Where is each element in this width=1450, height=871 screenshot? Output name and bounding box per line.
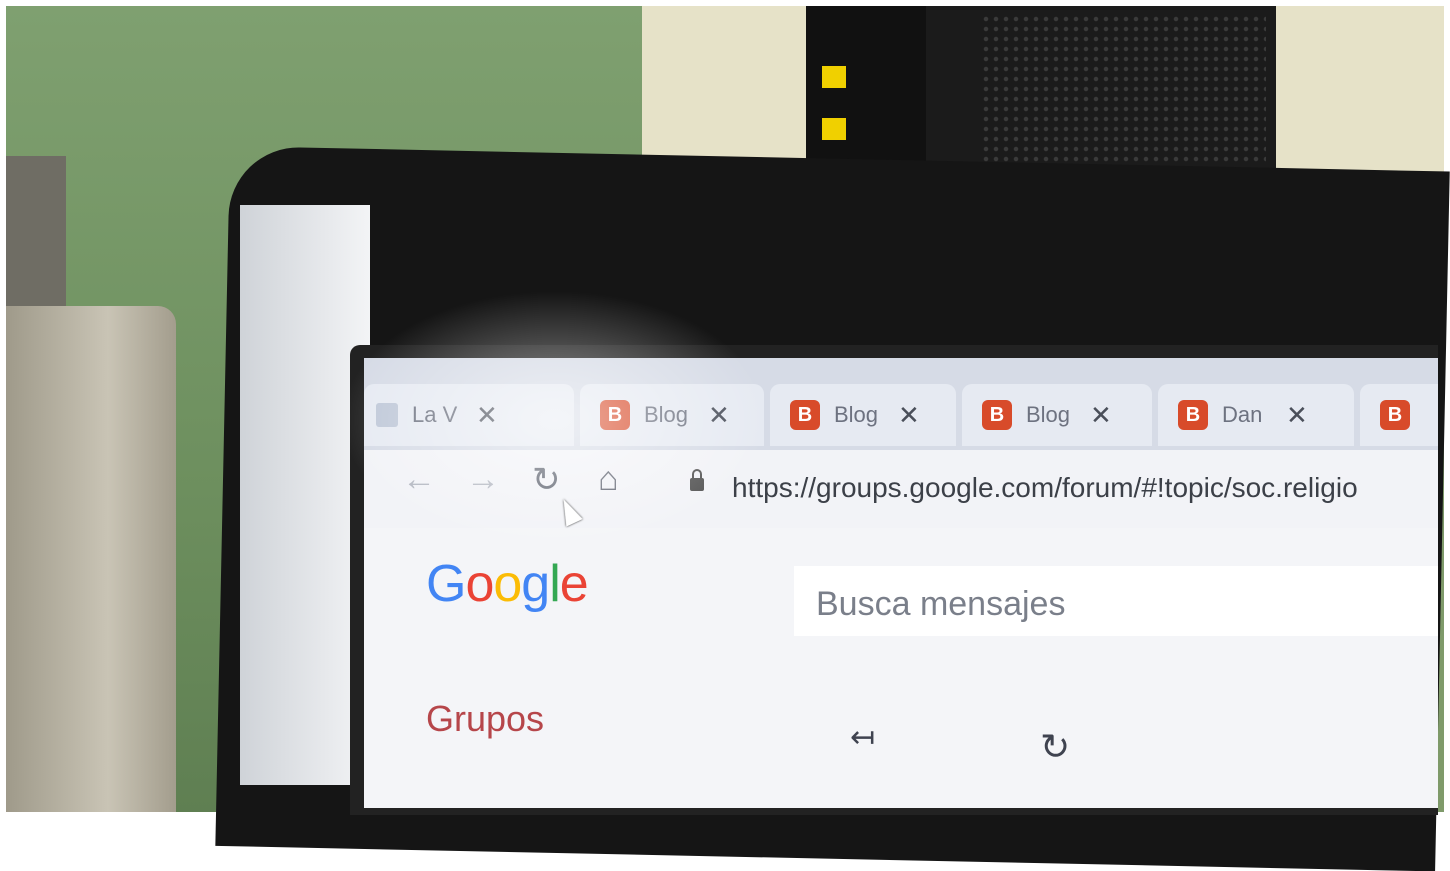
tab-1[interactable]: La V ✕: [364, 384, 574, 446]
google-logo[interactable]: Google: [426, 554, 589, 614]
blogger-icon: B: [790, 400, 820, 430]
tab-4[interactable]: B Blog ✕: [962, 384, 1152, 446]
mouse-cursor-icon: [555, 495, 583, 527]
reply-icon[interactable]: ↤: [850, 720, 875, 755]
tab-2[interactable]: B Blog ✕: [580, 384, 764, 446]
home-icon[interactable]: ⌂: [598, 460, 619, 499]
browser-toolbar: ← → ↻ ⌂ https://groups.google.com/forum/…: [364, 450, 1438, 528]
close-icon[interactable]: ✕: [1090, 400, 1112, 431]
router-port: [822, 66, 846, 88]
router-port: [822, 118, 846, 140]
reload-icon[interactable]: ↻: [532, 460, 561, 500]
tab-label: Blog: [644, 402, 689, 427]
logo-letter: e: [559, 555, 589, 613]
forward-icon[interactable]: →: [466, 460, 500, 499]
blogger-icon: B: [1178, 400, 1208, 430]
router-side: [806, 6, 926, 181]
blogger-icon: B: [1380, 400, 1410, 430]
logo-letter: l: [549, 555, 561, 613]
grupos-label[interactable]: Grupos: [426, 698, 544, 740]
router-device: [806, 6, 1276, 181]
chair-back-top: [6, 156, 66, 326]
refresh-icon[interactable]: ↻: [1040, 726, 1070, 768]
logo-letter: o: [465, 555, 494, 613]
search-box: [794, 566, 1438, 636]
back-icon[interactable]: ←: [402, 460, 436, 499]
lock-icon: [690, 469, 704, 491]
logo-letter: G: [426, 555, 466, 613]
tab-label: La V: [412, 402, 458, 427]
logo-letter: o: [493, 555, 522, 613]
search-input[interactable]: [814, 584, 1418, 625]
close-icon[interactable]: ✕: [476, 400, 498, 431]
chair-back: [6, 306, 176, 812]
browser-screen: La V ✕ B Blog ✕ B Blog ✕ B Blog ✕ B Dan …: [364, 358, 1438, 808]
tab-strip: La V ✕ B Blog ✕ B Blog ✕ B Blog ✕ B Dan …: [364, 358, 1438, 450]
blogger-icon: B: [982, 400, 1012, 430]
page-icon: [376, 403, 398, 427]
logo-letter: g: [521, 555, 550, 613]
close-icon[interactable]: ✕: [708, 400, 730, 431]
tab-label: Blog: [834, 402, 879, 427]
tab-3[interactable]: B Blog ✕: [770, 384, 956, 446]
close-icon[interactable]: ✕: [898, 400, 920, 431]
tab-5[interactable]: B Dan ✕: [1158, 384, 1354, 446]
address-bar[interactable]: https://groups.google.com/forum/#!topic/…: [732, 472, 1358, 504]
tab-label: Blog: [1026, 402, 1071, 427]
router-vent-grille: [981, 14, 1266, 164]
tab-6[interactable]: B: [1360, 384, 1438, 446]
blogger-icon: B: [600, 400, 630, 430]
close-icon[interactable]: ✕: [1286, 400, 1308, 431]
tab-label: Dan: [1222, 402, 1263, 427]
